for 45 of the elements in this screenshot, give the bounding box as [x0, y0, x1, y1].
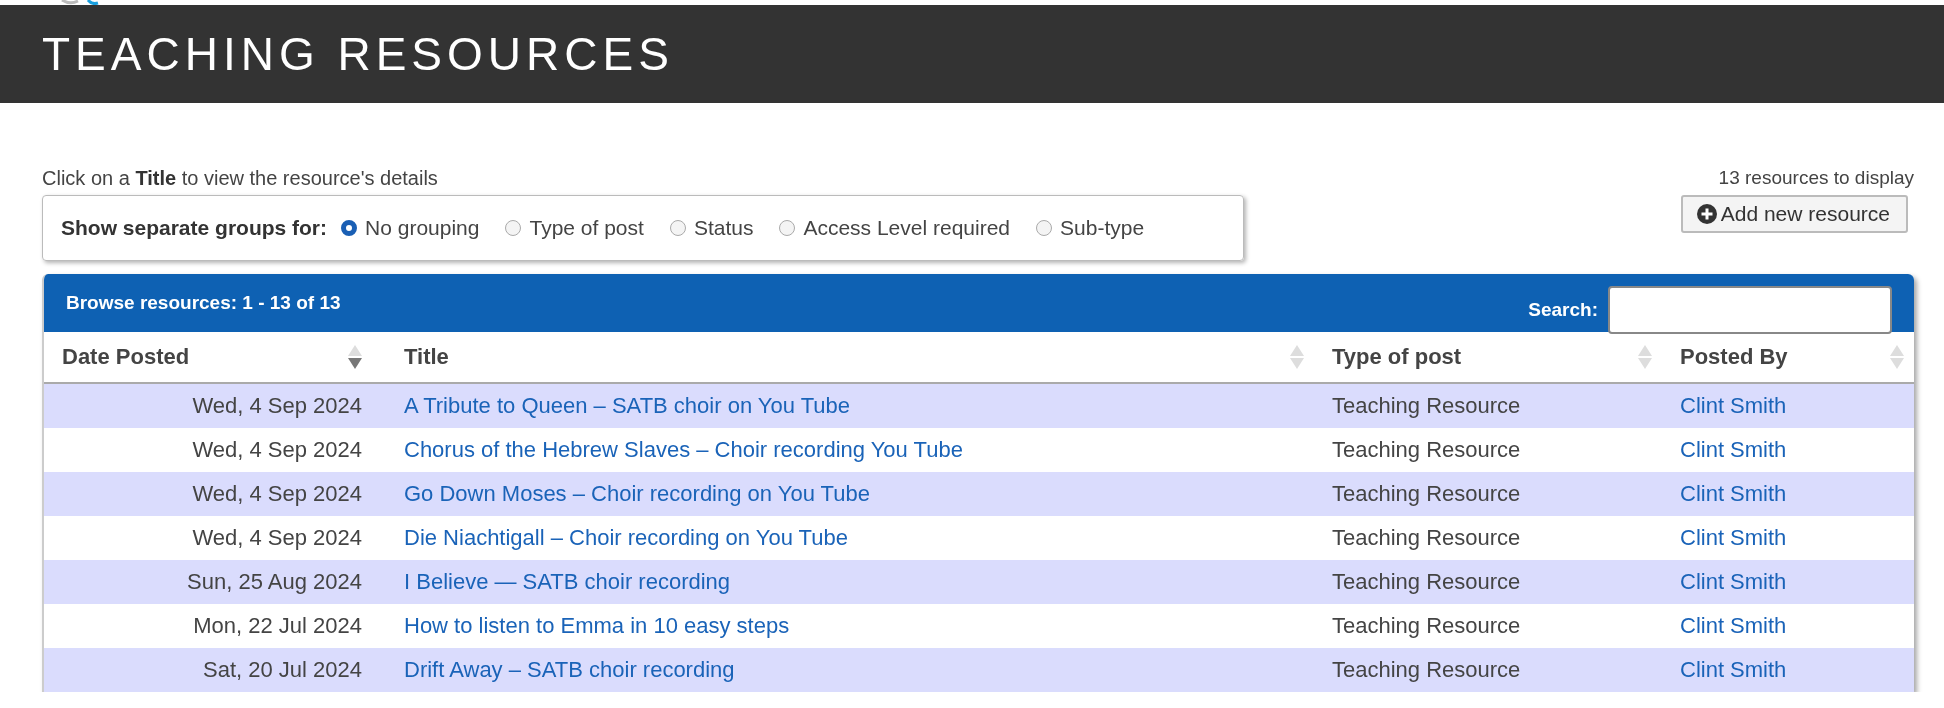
type-cell: Teaching Resource: [1332, 657, 1521, 682]
plus-circle-icon: [1696, 204, 1717, 224]
column-header[interactable]: Date Posted: [62, 344, 190, 370]
logo-fragment-icon: [60, 0, 100, 5]
grouping-label: Show separate groups for:: [61, 216, 328, 240]
date-cell: Sat, 20 Jul 2024: [203, 657, 362, 682]
author-link[interactable]: Clint Smith: [1680, 437, 1787, 462]
date-cell: Wed, 4 Sep 2024: [192, 437, 362, 462]
date-cell: Wed, 4 Sep 2024: [192, 481, 362, 506]
resource-count: 13 resources to display: [1718, 167, 1914, 189]
table-caption: Browse resources: 1 - 13 of 13: [66, 292, 341, 314]
radio-button[interactable]: [779, 220, 796, 236]
date-cell: Wed, 4 Sep 2024: [192, 525, 362, 550]
type-cell: Teaching Resource: [1332, 613, 1521, 638]
title-link[interactable]: Die Niachtigall – Choir recording on You Tube: [404, 525, 848, 550]
author-link[interactable]: Clint Smith: [1680, 525, 1787, 550]
title-link[interactable]: Chorus of the Hebrew Slaves – Choir recording You Tube: [404, 437, 963, 462]
type-cell: Teaching Resource: [1332, 481, 1521, 506]
type-cell: Teaching Resource: [1332, 525, 1521, 550]
grouping-option[interactable]: Status: [669, 216, 754, 240]
page-title: TEACHING RESOURCES: [42, 27, 674, 81]
sort-icon[interactable]: [348, 345, 362, 369]
grouping-option[interactable]: Access Level required: [779, 216, 1011, 240]
radio-button[interactable]: [669, 220, 686, 236]
grouping-option[interactable]: Type of post: [505, 216, 644, 240]
radio-button[interactable]: [505, 220, 522, 236]
column-header[interactable]: Posted By: [1680, 344, 1788, 370]
date-cell: Mon, 22 Jul 2024: [193, 613, 362, 638]
add-resource-button[interactable]: Add new resource: [1680, 195, 1908, 233]
grouping-option[interactable]: No grouping: [341, 216, 480, 240]
date-cell: Sun, 25 Aug 2024: [187, 569, 362, 594]
grouping-option[interactable]: Sub-type: [1036, 216, 1145, 240]
search-label: Search:: [1528, 299, 1598, 321]
type-cell: Teaching Resource: [1332, 569, 1521, 594]
title-link[interactable]: How to listen to Emma in 10 easy steps: [404, 613, 790, 638]
type-cell: Teaching Resource: [1332, 393, 1521, 418]
date-cell: Wed, 4 Sep 2024: [192, 393, 362, 418]
instruction-text: Click on a Title to view the resource's details: [42, 167, 439, 190]
radio-button[interactable]: [341, 220, 358, 236]
column-header[interactable]: Type of post: [1332, 344, 1462, 370]
radio-button[interactable]: [1036, 220, 1053, 236]
search-field[interactable]: [1608, 286, 1892, 334]
author-link[interactable]: Clint Smith: [1680, 613, 1787, 638]
column-header[interactable]: Title: [404, 344, 449, 370]
type-cell: Teaching Resource: [1332, 437, 1521, 462]
